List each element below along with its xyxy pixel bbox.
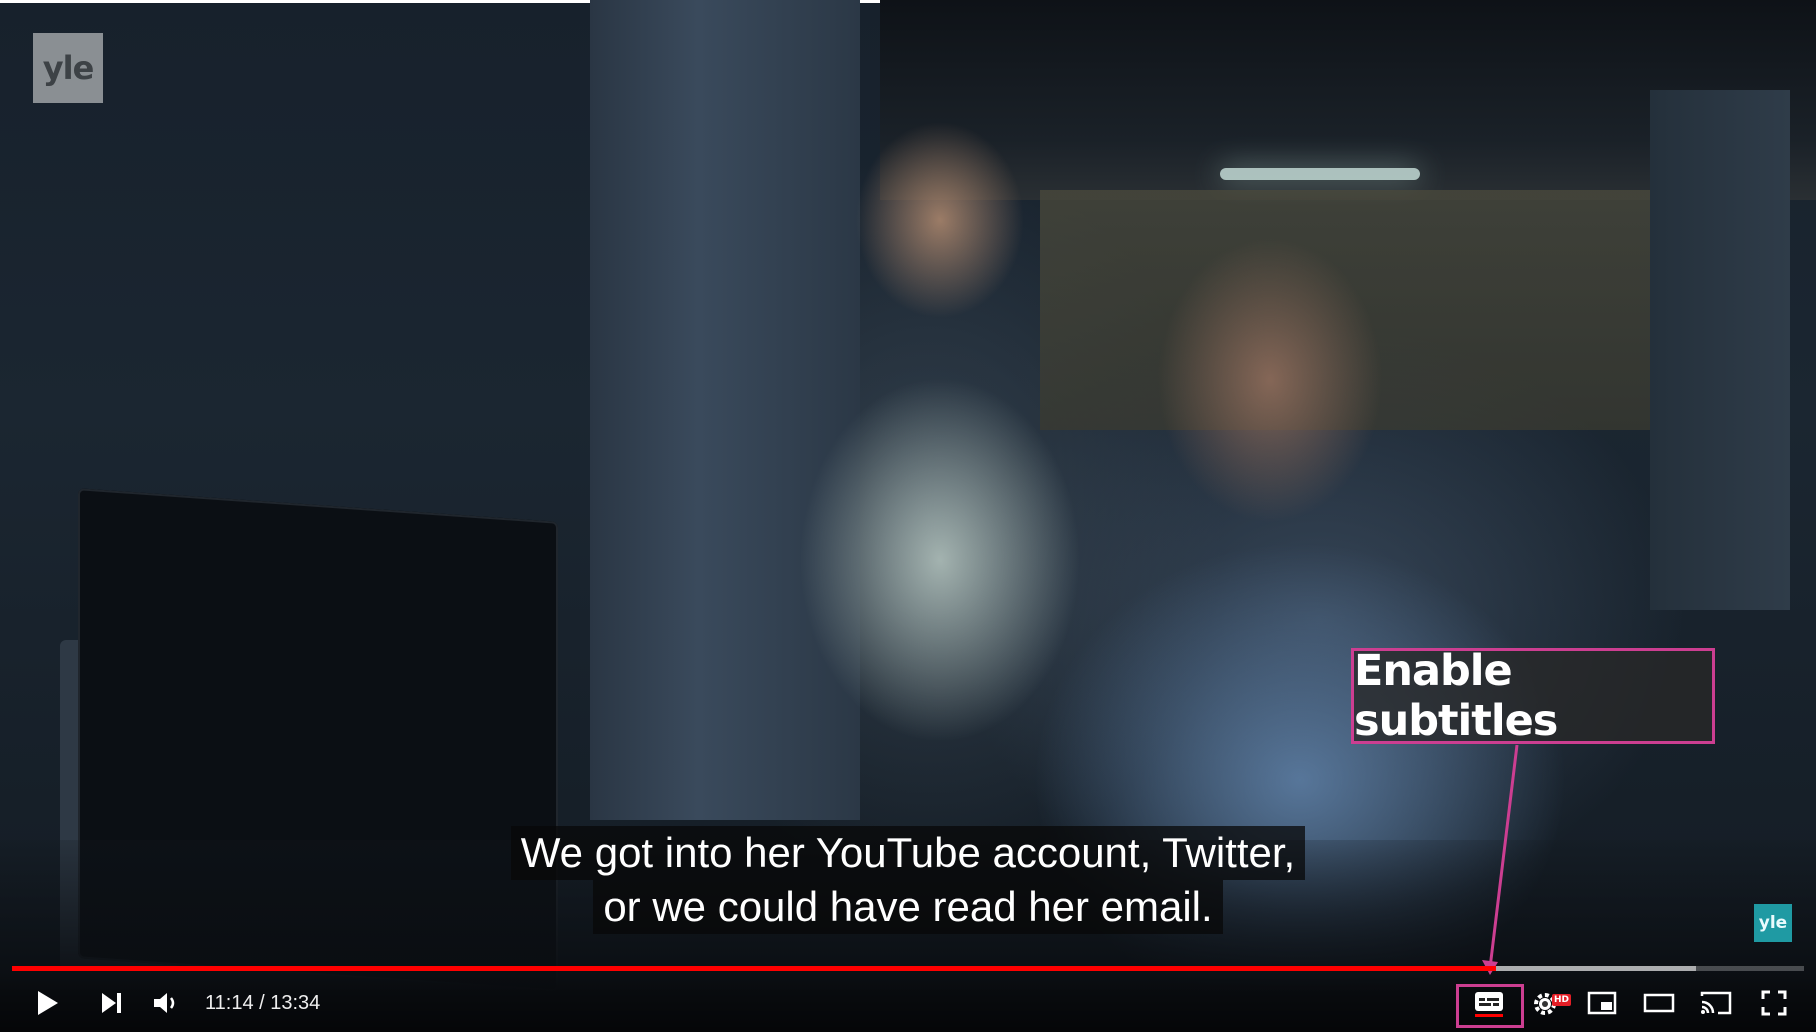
progress-bar[interactable]: [12, 966, 1804, 971]
theater-mode-button[interactable]: [1636, 974, 1682, 1032]
next-icon: [102, 993, 121, 1013]
subtitle-line-1: We got into her YouTube account, Twitter…: [510, 826, 1306, 880]
current-time: 11:14: [205, 991, 254, 1014]
next-button[interactable]: [92, 974, 132, 1032]
scene-ceiling-light: [1220, 168, 1420, 180]
miniplayer-icon: [1587, 991, 1617, 1015]
subtitle-line-2: or we could have read her email.: [593, 880, 1223, 934]
cast-icon: [1700, 991, 1732, 1015]
play-icon: [38, 991, 58, 1015]
fullscreen-button[interactable]: [1752, 974, 1796, 1032]
play-button[interactable]: [28, 974, 68, 1032]
subtitles-cc-icon: [1475, 992, 1503, 1017]
miniplayer-button[interactable]: [1580, 974, 1624, 1032]
settings-button[interactable]: HD: [1524, 974, 1572, 1032]
progress-played: [12, 966, 1496, 971]
player-controls: 11:14 / 13:34 HD: [0, 974, 1816, 1032]
channel-logo: yle: [33, 33, 103, 103]
annotation-callout: Enable subtitles: [1351, 646, 1715, 746]
cast-button[interactable]: [1694, 974, 1738, 1032]
volume-icon: [154, 993, 175, 1013]
subtitle-caption: We got into her YouTube account, Twitter…: [0, 826, 1816, 934]
scene-pillar-right: [1650, 90, 1790, 610]
theater-mode-icon: [1643, 993, 1675, 1013]
volume-button[interactable]: [146, 974, 186, 1032]
subtitles-button[interactable]: [1466, 974, 1512, 1032]
duration: 13:34: [270, 991, 321, 1014]
time-display: 11:14 / 13:34: [205, 974, 320, 1032]
time-separator: /: [253, 991, 271, 1014]
fullscreen-icon: [1761, 990, 1787, 1016]
hd-badge: HD: [1552, 994, 1572, 1006]
video-player[interactable]: yle yle We got into her YouTube account,…: [0, 0, 1816, 1032]
